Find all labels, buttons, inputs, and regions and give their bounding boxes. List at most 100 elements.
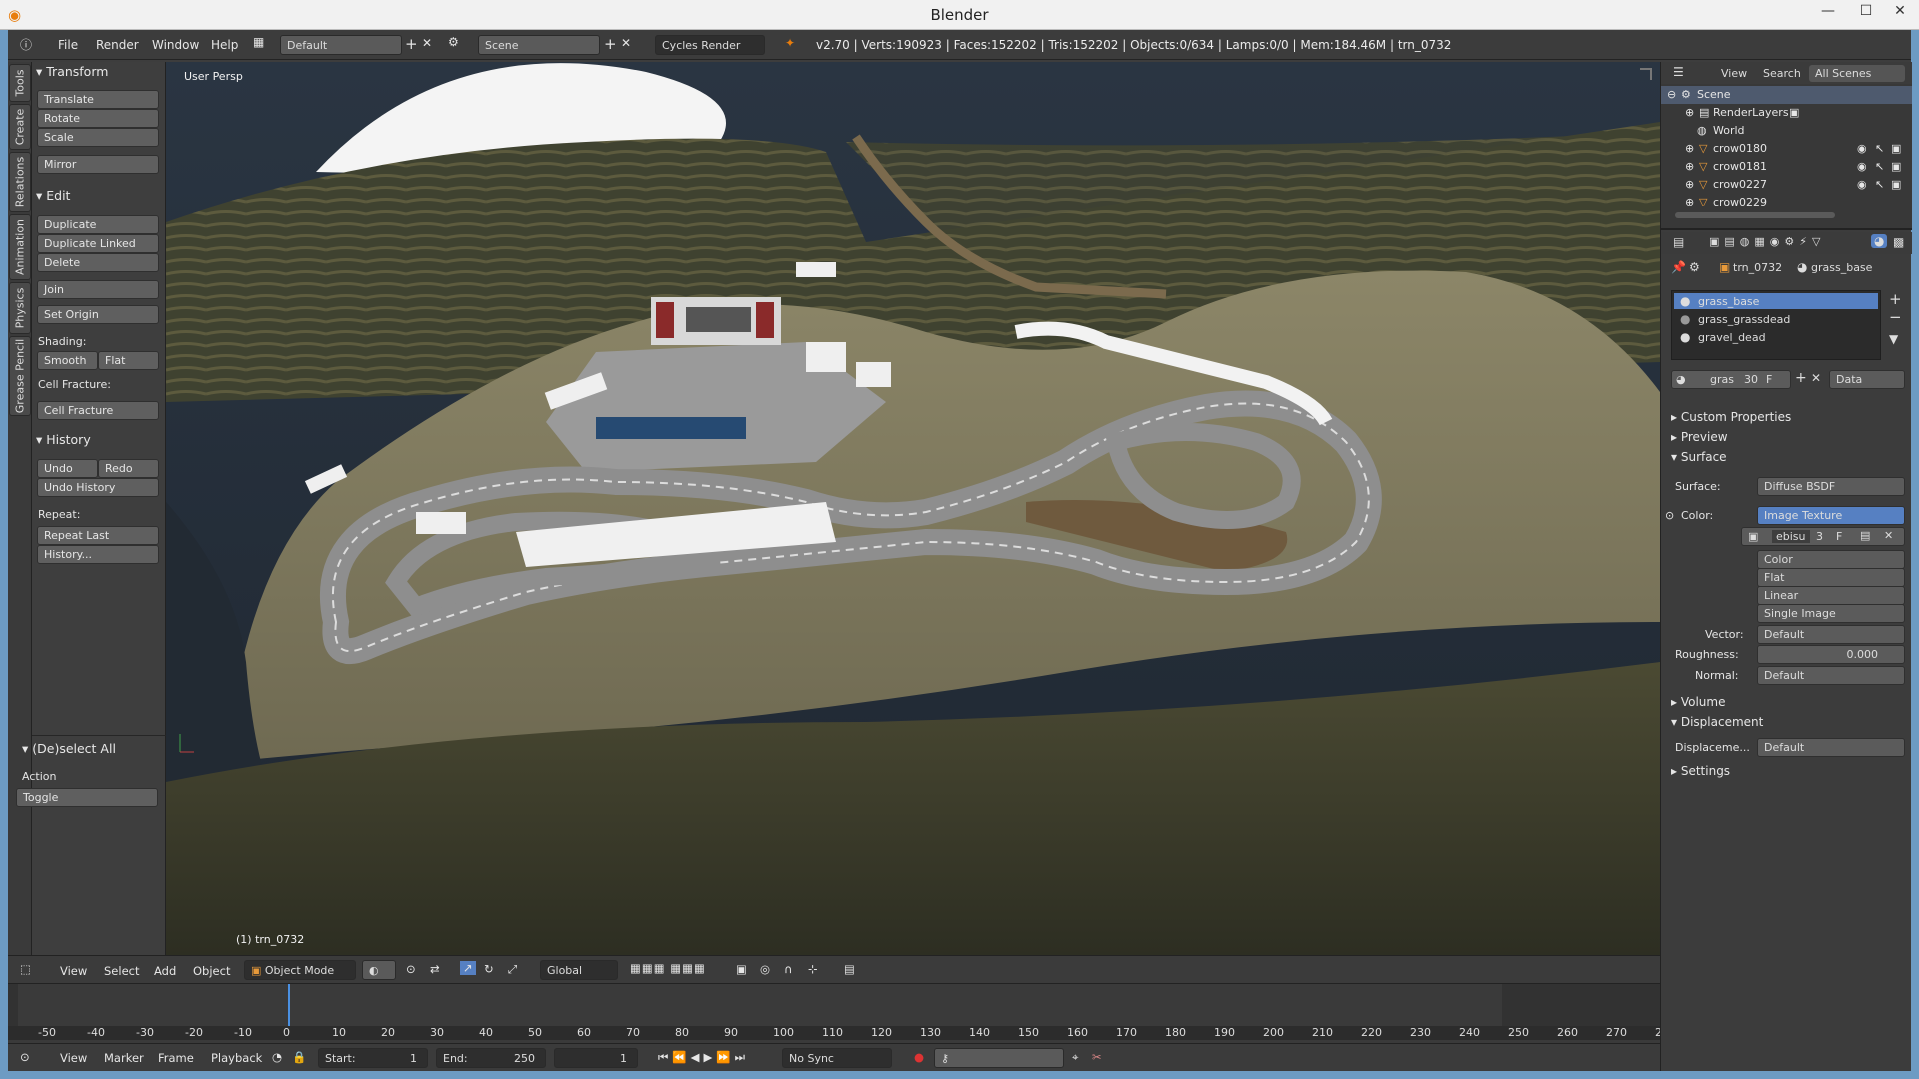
panel-history-header[interactable]: ▾ History — [36, 432, 91, 447]
expand-icon[interactable]: ⊕ — [1685, 196, 1694, 206]
custom-properties-header[interactable]: ▸ Custom Properties — [1671, 410, 1791, 424]
open-image-icon[interactable]: ▤ — [1860, 529, 1870, 542]
shade-smooth-button[interactable]: Smooth — [37, 351, 98, 370]
operator-panel-header[interactable]: ▾ (De)select All — [22, 741, 116, 756]
editor-type-icon[interactable]: ⬚ — [20, 962, 31, 976]
timeline-menu-playback[interactable]: Playback — [211, 1051, 262, 1065]
mirror-button[interactable]: Mirror — [37, 155, 159, 174]
tab-grease-pencil[interactable]: Grease Pencil — [9, 336, 31, 416]
action-select[interactable]: Toggle — [16, 788, 158, 807]
selectable-cursor-icon[interactable]: ↖ — [1875, 160, 1884, 173]
expand-icon[interactable]: ⊕ — [1685, 142, 1694, 155]
breadcrumb-object[interactable]: trn_0732 — [1733, 261, 1782, 274]
material-datablock-field[interactable]: ◕ gras 30 F — [1671, 370, 1791, 389]
translate-button[interactable]: Translate — [37, 90, 159, 109]
remove-layout-icon[interactable]: ✕ — [422, 36, 432, 50]
info-editor-icon[interactable]: ⓘ — [20, 36, 32, 53]
displacement-header[interactable]: ▾ Displacement — [1671, 715, 1763, 729]
visibility-eye-icon[interactable]: ◉ — [1857, 178, 1867, 191]
image-datablock-field[interactable]: ▣ ebisu 3 F ▤ ✕ — [1741, 527, 1905, 546]
outliner-menu-search[interactable]: Search — [1763, 67, 1801, 80]
material-tab-icon[interactable]: ◕ — [1871, 234, 1888, 248]
pin-icon[interactable]: 📌 — [1671, 260, 1686, 274]
minimize-button[interactable]: — — [1808, 0, 1848, 22]
breadcrumb-material[interactable]: grass_base — [1811, 261, 1872, 274]
scale-button[interactable]: Scale — [37, 128, 159, 147]
material-browse-icon[interactable]: ◕ — [1676, 373, 1686, 386]
render-preview-icon[interactable]: ▤ — [844, 962, 855, 976]
menu-add[interactable]: Add — [154, 964, 176, 978]
join-button[interactable]: Join — [37, 280, 159, 299]
rotate-manipulator-icon[interactable]: ↻ — [484, 962, 494, 976]
scale-manipulator-icon[interactable]: ⤢ — [508, 962, 517, 977]
material-slot[interactable]: ● gravel_dead — [1674, 329, 1878, 345]
preview-header[interactable]: ▸ Preview — [1671, 430, 1728, 444]
layers-icon[interactable]: ▦▦▦ ▦▦▦ — [630, 961, 706, 975]
duplicate-button[interactable]: Duplicate — [37, 215, 159, 234]
surface-shader-select[interactable]: Diffuse BSDF — [1757, 477, 1905, 496]
screen-layout-field[interactable]: Default — [280, 35, 402, 55]
timeline-menu-frame[interactable]: Frame — [158, 1051, 194, 1065]
translate-manipulator-icon[interactable]: ↗ — [460, 961, 476, 975]
material-fake-user[interactable]: F — [1766, 373, 1772, 386]
delete-keyframe-icon[interactable]: ✂ — [1092, 1050, 1102, 1064]
menu-view[interactable]: View — [60, 964, 87, 978]
projection-select[interactable]: Flat — [1757, 568, 1905, 587]
timeline-editor-type-icon[interactable]: ⊙ — [20, 1050, 30, 1064]
outliner-row-scene[interactable]: ⊖ ⚙ Scene — [1661, 86, 1912, 104]
timeline-menu-marker[interactable]: Marker — [104, 1051, 144, 1065]
surface-header[interactable]: ▾ Surface — [1671, 450, 1727, 464]
delete-button[interactable]: Delete — [37, 253, 159, 272]
roughness-slider[interactable]: 0.000 — [1757, 645, 1905, 664]
lock-range-icon[interactable]: 🔒 — [292, 1050, 306, 1064]
playhead[interactable] — [288, 984, 290, 1026]
color-socket-icon[interactable]: ⊙ — [1665, 509, 1674, 522]
render-engine-select[interactable]: Cycles Render — [655, 35, 765, 55]
menu-render[interactable]: Render — [96, 38, 139, 52]
tab-relations[interactable]: Relations — [9, 152, 31, 212]
tab-create[interactable]: Create — [9, 104, 31, 150]
color-input-select[interactable]: Image Texture — [1757, 506, 1905, 525]
snap-icon[interactable]: ∩ — [784, 962, 792, 976]
expand-icon[interactable]: ⊕ — [1685, 160, 1694, 173]
screen-layout-icon[interactable]: ▦ — [253, 35, 264, 49]
tab-physics[interactable]: Physics — [9, 282, 31, 334]
3d-viewport[interactable]: User Persp (1) trn_0732 — [166, 62, 1660, 955]
outliner-row-object[interactable]: ⊕ ▽ crow0181 ◉ ↖ ▣ — [1661, 158, 1912, 176]
renderable-camera-icon[interactable]: ▣ — [1891, 160, 1901, 173]
history-button[interactable]: History... — [37, 545, 159, 564]
remove-slot-icon[interactable]: − — [1889, 308, 1902, 326]
menu-select[interactable]: Select — [104, 964, 139, 978]
mode-select[interactable]: ▣ Object Mode — [244, 960, 356, 980]
unlink-material-icon[interactable]: ✕ — [1811, 371, 1821, 385]
redo-button[interactable]: Redo — [98, 459, 159, 478]
set-origin-select[interactable]: Set Origin — [37, 305, 159, 324]
outliner-row-object[interactable]: ⊕ ▽ crow0180 ◉ ↖ ▣ — [1661, 140, 1912, 158]
current-frame-field[interactable]: 1 — [554, 1048, 638, 1068]
image-source-select[interactable]: Single Image — [1757, 604, 1905, 623]
add-slot-icon[interactable]: + — [1889, 290, 1902, 308]
playback-controls-icon[interactable]: ⏮⏪◀▶⏩⏭ — [658, 1050, 749, 1065]
outliner-editor-icon[interactable]: ☰ — [1673, 65, 1684, 79]
image-browse-icon[interactable]: ▣ — [1748, 530, 1758, 543]
add-layout-icon[interactable]: + — [405, 35, 418, 53]
add-scene-icon[interactable]: + — [604, 35, 617, 53]
selectable-cursor-icon[interactable]: ↖ — [1875, 142, 1884, 155]
displacement-input-select[interactable]: Default — [1757, 738, 1905, 757]
renderable-camera-icon[interactable]: ▣ — [1891, 142, 1901, 155]
panel-edit-header[interactable]: ▾ Edit — [36, 188, 70, 203]
timeline-ruler[interactable]: -50 -40 -30 -20 -10 0 10 20 30 40 50 60 70 80 90 100 110… — [8, 1026, 1676, 1040]
scene-field[interactable]: Scene — [478, 35, 600, 55]
shade-flat-button[interactable]: Flat — [98, 351, 159, 370]
manipulator-toggle-icon[interactable]: ⇄ — [430, 962, 440, 976]
menu-file[interactable]: File — [58, 38, 78, 52]
undo-button[interactable]: Undo — [37, 459, 98, 478]
volume-header[interactable]: ▸ Volume — [1671, 695, 1725, 709]
unlink-image-icon[interactable]: ✕ — [1884, 529, 1893, 542]
transform-orientation-select[interactable]: Global — [540, 960, 618, 980]
outliner-row-world[interactable]: ◍ World — [1661, 122, 1912, 140]
expand-icon[interactable]: ⊕ — [1685, 106, 1694, 119]
vector-input-select[interactable]: Default — [1757, 625, 1905, 644]
viewport-corner-widget-icon[interactable] — [1640, 68, 1652, 80]
new-material-icon[interactable]: + — [1795, 370, 1807, 386]
